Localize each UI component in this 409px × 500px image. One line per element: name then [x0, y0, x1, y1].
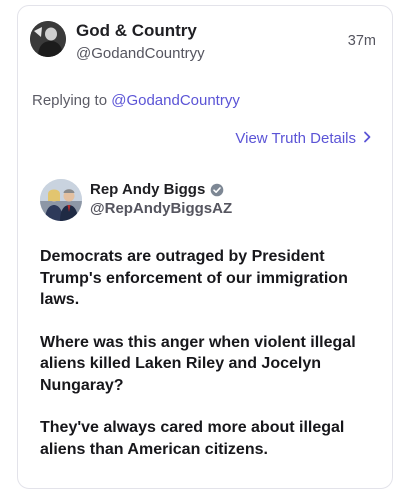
- chevron-right-icon: [362, 131, 372, 146]
- post-timestamp[interactable]: 37m: [348, 33, 376, 49]
- quoted-paragraph: They've always cared more about illegal …: [40, 419, 345, 458]
- quoted-post-body: Democrats are outraged by President Trum…: [40, 246, 380, 481]
- replying-to: Replying to @GodandCountryy: [32, 92, 240, 109]
- author-avatar[interactable]: [30, 21, 66, 57]
- quoted-author-name-text: Rep Andy Biggs: [90, 181, 206, 198]
- replying-handle-link[interactable]: @GodandCountryy: [111, 92, 240, 109]
- author-name[interactable]: God & Country: [76, 21, 197, 41]
- post-card: God & Country @GodandCountryy 37m Replyi…: [17, 5, 393, 489]
- replying-prefix: Replying to: [32, 92, 112, 109]
- author-handle[interactable]: @GodandCountryy: [76, 45, 205, 62]
- verified-badge-icon: [210, 183, 224, 197]
- quoted-post-header: Rep Andy Biggs @RepAndyBiggsAZ: [40, 178, 378, 224]
- view-truth-details-link[interactable]: View Truth Details: [235, 130, 372, 147]
- quoted-paragraph: Democrats are outraged by President Trum…: [40, 248, 348, 308]
- quoted-author-name[interactable]: Rep Andy Biggs: [90, 181, 224, 198]
- view-details-label: View Truth Details: [235, 130, 356, 147]
- quoted-paragraph: Where was this anger when violent illega…: [40, 333, 356, 394]
- quoted-author-handle[interactable]: @RepAndyBiggsAZ: [90, 200, 232, 217]
- post-header: God & Country @GodandCountryy 37m: [30, 20, 378, 70]
- quoted-author-avatar[interactable]: [40, 179, 82, 221]
